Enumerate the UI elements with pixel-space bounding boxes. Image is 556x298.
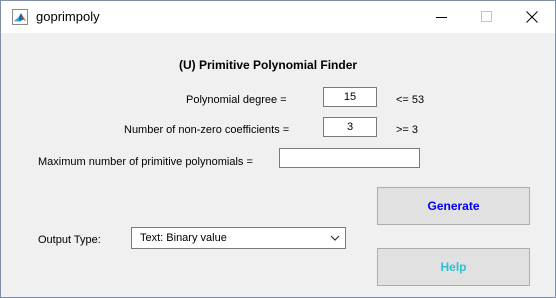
form-panel: (U) Primitive Polynomial Finder Polynomi… <box>1 33 555 297</box>
coefficients-label: Number of non-zero coefficients = <box>124 124 290 136</box>
minimize-icon <box>436 11 448 23</box>
close-button[interactable] <box>509 1 555 33</box>
matlab-icon <box>12 9 28 25</box>
help-button[interactable]: Help <box>377 248 530 286</box>
close-icon <box>526 11 538 23</box>
output-type-select[interactable]: Text: Binary value <box>131 227 346 249</box>
max-polynomials-label: Maximum number of primitive polynomials … <box>38 156 253 168</box>
coefficients-input[interactable] <box>323 117 377 137</box>
output-type-label: Output Type: <box>38 234 101 246</box>
window-title: goprimpoly <box>36 9 100 24</box>
minimize-button[interactable] <box>419 1 465 33</box>
title-bar[interactable]: goprimpoly <box>1 1 555 33</box>
app-window: goprimpoly (U) Primitive Polynomial Find… <box>0 0 556 298</box>
generate-button[interactable]: Generate <box>377 187 530 225</box>
output-type-value: Text: Binary value <box>140 232 227 244</box>
max-polynomials-input[interactable] <box>279 148 420 168</box>
maximize-icon <box>481 11 493 23</box>
degree-constraint: <= 53 <box>396 94 425 106</box>
degree-label: Polynomial degree = <box>186 94 287 106</box>
chevron-down-icon[interactable] <box>325 228 345 248</box>
coefficients-constraint: >= 3 <box>396 124 419 136</box>
degree-input[interactable] <box>323 87 377 107</box>
page-title: (U) Primitive Polynomial Finder <box>179 58 358 72</box>
maximize-button[interactable] <box>464 1 510 33</box>
